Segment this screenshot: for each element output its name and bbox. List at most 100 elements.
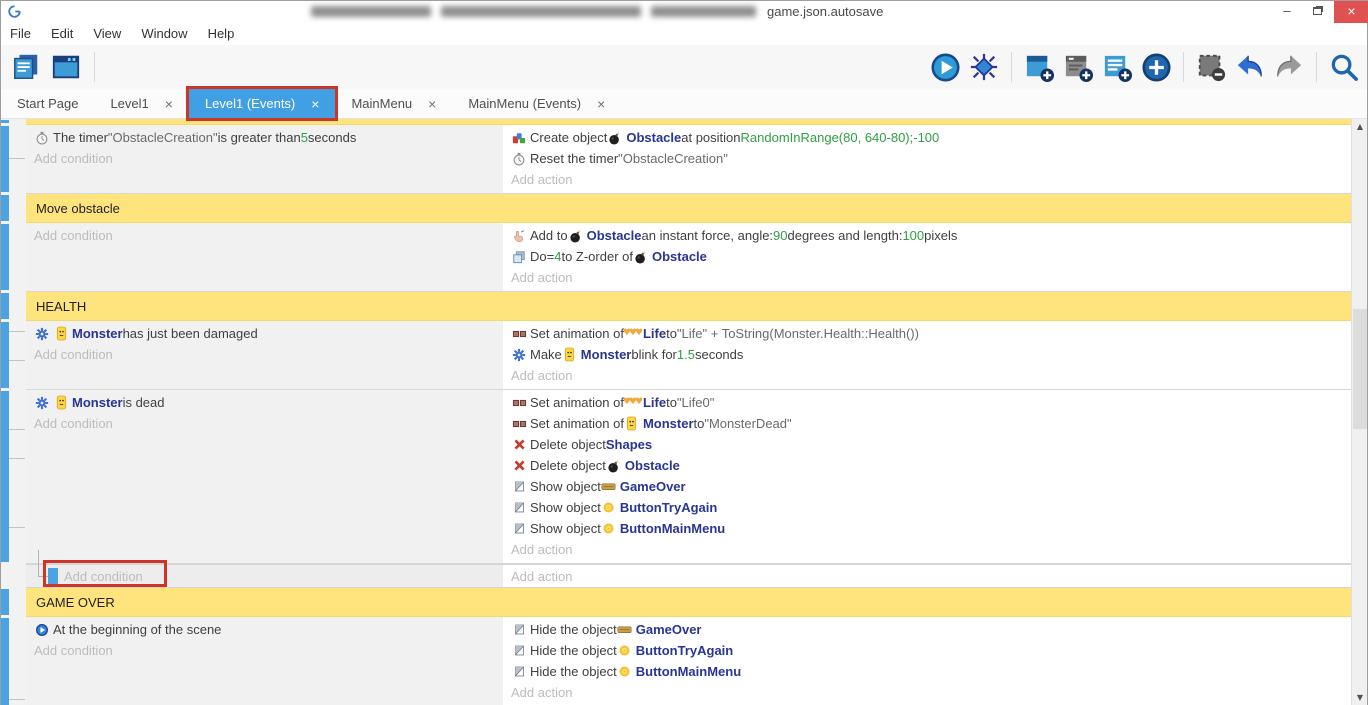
event-handle[interactable] bbox=[1, 618, 9, 705]
event-action[interactable]: Add to Obstacle an instant force, angle:… bbox=[511, 225, 1353, 246]
add-action-button[interactable]: Add action bbox=[511, 539, 1353, 560]
event-condition[interactable]: At the beginning of the scene bbox=[34, 619, 503, 640]
event-action[interactable]: Reset the timer "ObstacleCreation" bbox=[511, 148, 1353, 169]
scrollbar-thumb[interactable] bbox=[1353, 309, 1367, 429]
group-header[interactable]: HEALTH bbox=[26, 292, 1353, 321]
text-segment: "ObstacleCreation" bbox=[618, 148, 728, 169]
text-segment: Add condition bbox=[34, 640, 113, 661]
event-handle[interactable] bbox=[1, 293, 9, 319]
events-sheet: The timer "ObstacleCreation" is greater … bbox=[1, 119, 1353, 705]
tab-start-page[interactable]: Start Page bbox=[1, 89, 94, 118]
text-segment: Life bbox=[643, 392, 666, 413]
search-button[interactable] bbox=[1327, 51, 1361, 83]
add-condition-button[interactable]: Add condition bbox=[34, 413, 503, 434]
event-action[interactable]: Set animation of Monster to "MonsterDead… bbox=[511, 413, 1353, 434]
menu-file[interactable]: File bbox=[1, 23, 41, 45]
menu-window[interactable]: Window bbox=[131, 23, 197, 45]
add-action-button[interactable]: Add action bbox=[511, 365, 1353, 386]
event-action[interactable]: Delete object Shapes bbox=[511, 434, 1353, 455]
tab-mainmenu-events[interactable]: MainMenu (Events)× bbox=[452, 89, 621, 118]
conditions-column: Monster is deadAdd condition bbox=[26, 390, 503, 563]
scroll-up-icon[interactable]: ▲ bbox=[1352, 119, 1368, 135]
event-action[interactable]: Make Monster blink for 1.5 seconds bbox=[511, 344, 1353, 365]
event-handle[interactable] bbox=[1, 589, 9, 615]
tab-mainmenu[interactable]: MainMenu× bbox=[335, 89, 452, 118]
add-subevent-button[interactable] bbox=[1061, 51, 1095, 83]
debugger-button[interactable] bbox=[967, 51, 1001, 83]
event-action[interactable]: Delete object Obstacle bbox=[511, 455, 1353, 476]
button-icon bbox=[617, 664, 633, 680]
event-action[interactable]: Hide the object ButtonTryAgain bbox=[511, 640, 1353, 661]
tab-close-icon[interactable]: × bbox=[311, 97, 319, 111]
tab-close-icon[interactable]: × bbox=[597, 97, 605, 111]
event-condition[interactable]: The timer "ObstacleCreation" is greater … bbox=[34, 127, 503, 148]
gdevelop-logo-icon bbox=[7, 4, 22, 24]
undo-button[interactable] bbox=[1233, 51, 1267, 83]
group-header[interactable]: Move obstacle bbox=[26, 194, 1353, 223]
event-action[interactable]: Hide the object ButtonMainMenu bbox=[511, 661, 1353, 682]
text-segment: Hide the object bbox=[530, 640, 617, 661]
project-manager-button[interactable] bbox=[9, 51, 43, 83]
event-condition[interactable]: Monster has just been damaged bbox=[34, 323, 503, 344]
add-circle-button[interactable] bbox=[1139, 51, 1173, 83]
event-action[interactable]: Hide the object GameOver bbox=[511, 619, 1353, 640]
scene-window-icon bbox=[51, 52, 81, 82]
close-button[interactable]: × bbox=[1334, 1, 1368, 23]
add-comment-button[interactable] bbox=[1100, 51, 1134, 83]
event-action[interactable]: Show object ButtonTryAgain bbox=[511, 497, 1353, 518]
toolbar-separator bbox=[1316, 52, 1317, 82]
conditions-column: At the beginning of the sceneAdd conditi… bbox=[26, 617, 503, 705]
toolbar bbox=[1, 45, 1367, 89]
bomb-icon bbox=[633, 249, 649, 265]
event-action[interactable]: Show object GameOver bbox=[511, 476, 1353, 497]
add-condition-button[interactable]: Add condition bbox=[34, 640, 503, 661]
text-segment: 1.5 bbox=[677, 344, 695, 365]
tab-close-icon[interactable]: × bbox=[165, 97, 173, 111]
add-action-button[interactable]: Add action bbox=[511, 267, 1353, 288]
event-action[interactable]: Show object ButtonMainMenu bbox=[511, 518, 1353, 539]
text-segment: GameOver bbox=[620, 476, 686, 497]
text-segment: At the beginning of the scene bbox=[53, 619, 221, 640]
conditions-column: Add condition bbox=[26, 223, 503, 291]
add-condition-button[interactable]: Add condition bbox=[34, 148, 503, 169]
menu-help[interactable]: Help bbox=[198, 23, 245, 45]
event-handle[interactable] bbox=[1, 126, 9, 192]
add-condition-button[interactable]: Add condition bbox=[34, 225, 503, 246]
add-action-button[interactable]: Add action bbox=[511, 682, 1353, 703]
menu-bar: File Edit View Window Help bbox=[1, 23, 1367, 45]
monster-icon bbox=[562, 347, 578, 363]
event-action[interactable]: Set animation of ♥♥♥Life to "Life" + ToS… bbox=[511, 323, 1353, 344]
event-handle[interactable] bbox=[1, 120, 9, 123]
scroll-down-icon[interactable]: ▼ bbox=[1352, 690, 1368, 705]
add-condition-button[interactable]: Add condition bbox=[34, 344, 503, 365]
tab-level1[interactable]: Level1× bbox=[94, 89, 189, 118]
event-condition[interactable]: Monster is dead bbox=[34, 392, 503, 413]
play-button[interactable] bbox=[928, 51, 962, 83]
event-handle[interactable] bbox=[1, 391, 9, 562]
delete-event-icon bbox=[1196, 52, 1226, 82]
event-handle[interactable] bbox=[1, 195, 9, 221]
menu-edit[interactable]: Edit bbox=[41, 23, 83, 45]
minimize-button[interactable]: – bbox=[1273, 1, 1301, 23]
menu-view[interactable]: View bbox=[83, 23, 131, 45]
event-handle[interactable] bbox=[1, 322, 9, 388]
fold-tick bbox=[9, 331, 25, 332]
subevent-actions: Add action bbox=[503, 565, 1353, 587]
tab-level1-events[interactable]: Level1 (Events)× bbox=[189, 89, 336, 118]
redo-button[interactable] bbox=[1272, 51, 1306, 83]
event-action[interactable]: Set animation of ♥♥♥Life to "Life0" bbox=[511, 392, 1353, 413]
event-handle[interactable] bbox=[1, 224, 9, 290]
delete-event-button[interactable] bbox=[1194, 51, 1228, 83]
restore-button[interactable] bbox=[1303, 1, 1331, 23]
toolbar-separator bbox=[1183, 52, 1184, 82]
add-action-button[interactable]: Add action bbox=[511, 566, 572, 587]
add-action-button[interactable]: Add action bbox=[511, 169, 1353, 190]
tab-close-icon[interactable]: × bbox=[428, 97, 436, 111]
group-header[interactable]: GAME OVER bbox=[26, 588, 1353, 617]
actions-column: Set animation of ♥♥♥Life to "Life" + ToS… bbox=[503, 321, 1353, 389]
vertical-scrollbar[interactable]: ▲ ▼ bbox=[1351, 119, 1367, 705]
event-action[interactable]: Create object Obstacle at position Rando… bbox=[511, 127, 1353, 148]
scene-editor-button[interactable] bbox=[49, 51, 83, 83]
event-action[interactable]: Do = 4 to Z-order of Obstacle bbox=[511, 246, 1353, 267]
add-event-button[interactable] bbox=[1022, 51, 1056, 83]
